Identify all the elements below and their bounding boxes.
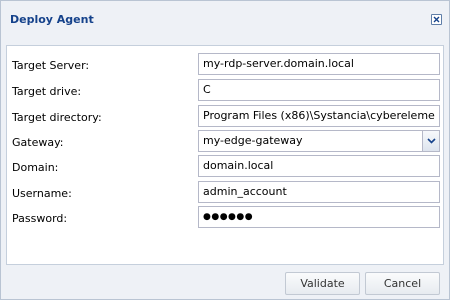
target-server-label: Target Server: [12,59,90,72]
close-button[interactable] [431,14,442,25]
target-drive-row: Target drive: C [7,79,443,101]
password-row: Password: ●●●●●● [7,206,443,228]
username-row: Username: admin_account [7,181,443,203]
domain-label: Domain: [12,161,59,174]
target-directory-field[interactable]: Program Files (x86)\Systancia\cybereleme [198,105,440,127]
chevron-down-icon [427,138,436,144]
domain-field[interactable]: domain.local [198,155,440,177]
form-panel: Target Server: my-rdp-server.domain.loca… [6,45,444,265]
gateway-label: Gateway: [12,136,64,149]
target-drive-field[interactable]: C [198,79,440,101]
target-directory-row: Target directory: Program Files (x86)\Sy… [7,105,443,127]
gateway-dropdown-trigger[interactable] [422,131,439,151]
dialog-footer: Validate Cancel [1,265,449,299]
target-server-row: Target Server: my-rdp-server.domain.loca… [7,53,443,75]
gateway-selected-value: my-edge-gateway [203,134,303,147]
username-field[interactable]: admin_account [198,181,440,203]
target-directory-label: Target directory: [12,111,102,124]
close-icon [433,16,440,23]
password-label: Password: [12,212,68,225]
validate-button[interactable]: Validate [285,272,360,295]
gateway-select[interactable]: my-edge-gateway [198,130,440,152]
domain-row: Domain: domain.local [7,155,443,177]
dialog-title: Deploy Agent [10,13,94,26]
dialog-titlebar[interactable]: Deploy Agent [1,1,449,38]
username-label: Username: [12,187,72,200]
cancel-button[interactable]: Cancel [365,272,440,295]
target-drive-label: Target drive: [12,85,82,98]
gateway-row: Gateway: my-edge-gateway [7,130,443,152]
target-server-field[interactable]: my-rdp-server.domain.local [198,53,440,75]
password-field[interactable]: ●●●●●● [198,206,440,228]
deploy-agent-dialog: Deploy Agent Target Server: my-rdp-serve… [0,0,450,300]
